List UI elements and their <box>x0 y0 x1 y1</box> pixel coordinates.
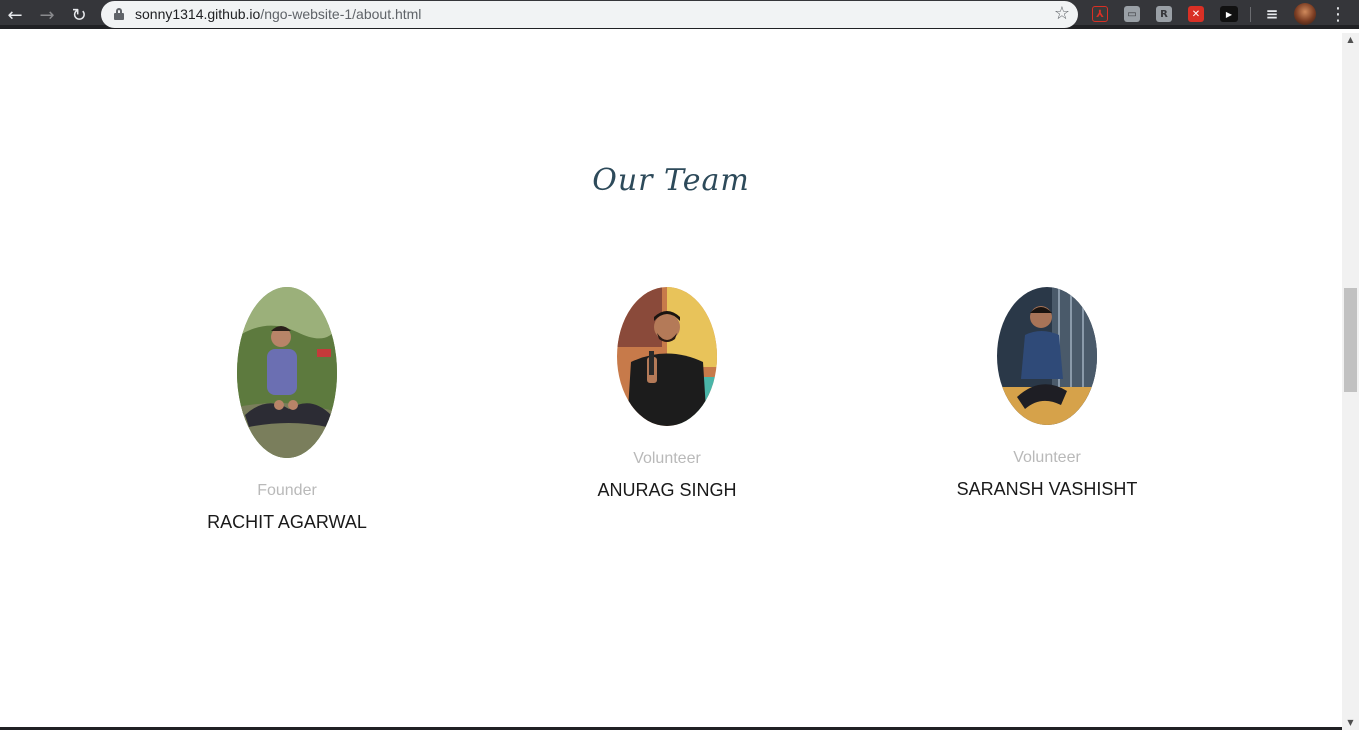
page-content: Our Team Founder RACHIT AGARWAL Voluntee… <box>0 33 1342 730</box>
url-path: /ngo-website-1/about.html <box>260 6 422 22</box>
member-photo <box>997 287 1097 425</box>
member-role: Volunteer <box>633 450 701 467</box>
member-role: Founder <box>257 482 317 499</box>
member-photo-image <box>997 287 1097 425</box>
lock-icon[interactable] <box>114 8 124 20</box>
reload-icon[interactable]: ↻ <box>68 4 90 26</box>
team-member-card: Founder RACHIT AGARWAL <box>157 287 417 533</box>
url-host: sonny1314.github.io <box>135 6 261 22</box>
screen-extension-icon[interactable]: ▭ <box>1124 6 1140 22</box>
team-member-card: Volunteer SARANSH VASHISHT <box>917 287 1177 500</box>
forward-icon[interactable]: → <box>36 4 58 26</box>
member-photo <box>617 287 717 426</box>
scroll-up-icon[interactable]: ▲ <box>1342 33 1359 47</box>
pdf-extension-icon[interactable]: ⅄ <box>1092 6 1108 22</box>
playlist-extension-icon[interactable]: ≡ <box>1264 5 1280 23</box>
url-text[interactable]: sonny1314.github.io/ngo-website-1/about.… <box>135 6 421 22</box>
profile-avatar[interactable] <box>1294 3 1316 25</box>
member-name: SARANSH VASHISHT <box>956 479 1138 499</box>
team-member-card: Volunteer ANURAG SINGH <box>537 287 797 501</box>
scroll-down-icon[interactable]: ▼ <box>1342 716 1359 730</box>
member-photo-image <box>617 287 717 426</box>
bookmark-star-icon[interactable]: ☆ <box>1054 3 1070 24</box>
address-bar[interactable]: sonny1314.github.io/ngo-website-1/about.… <box>101 1 1078 28</box>
member-photo <box>237 287 337 458</box>
member-photo-image <box>237 287 337 458</box>
blocker-extension-icon[interactable]: ✕ <box>1188 6 1204 22</box>
browser-toolbar: ← → ↻ sonny1314.github.io/ngo-website-1/… <box>0 0 1359 29</box>
page-scrollbar[interactable]: ▲ ▼ <box>1342 33 1359 730</box>
member-role: Volunteer <box>1013 449 1081 466</box>
scrollbar-thumb[interactable] <box>1344 288 1357 392</box>
back-icon[interactable]: ← <box>4 4 26 26</box>
section-title: Our Team <box>592 163 750 198</box>
menu-icon[interactable]: ⋮ <box>1328 4 1348 26</box>
member-name: ANURAG SINGH <box>597 480 737 500</box>
r-extension-icon[interactable]: R <box>1156 6 1172 22</box>
youtube-extension-icon[interactable]: ▶ <box>1220 6 1238 22</box>
toolbar-separator <box>1250 7 1251 22</box>
member-name: RACHIT AGARWAL <box>207 512 367 532</box>
